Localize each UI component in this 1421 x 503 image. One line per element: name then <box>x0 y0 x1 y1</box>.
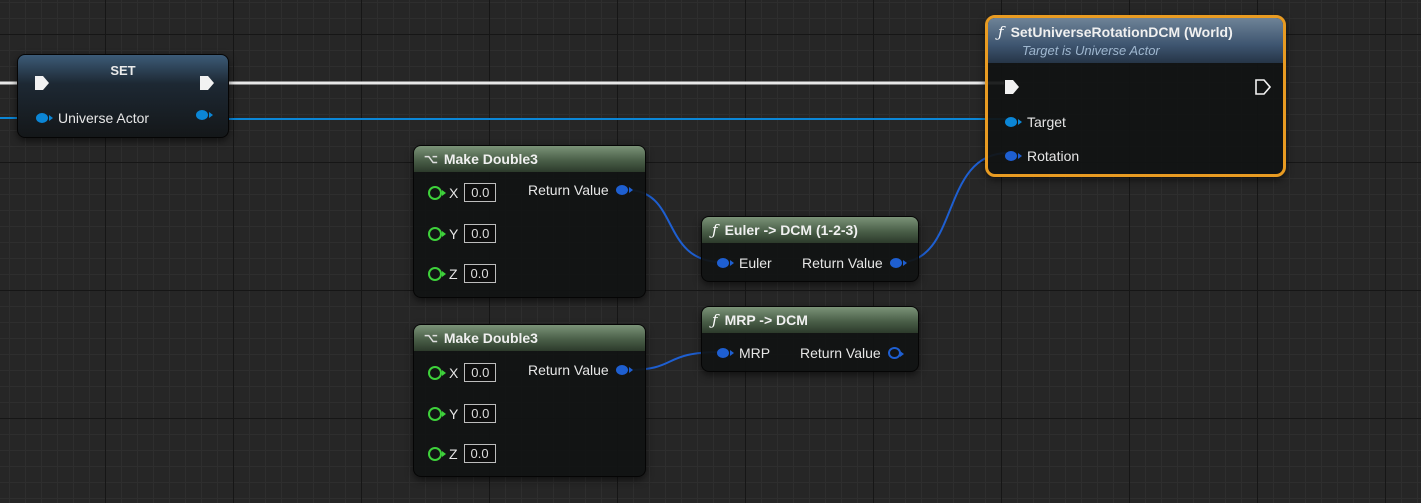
universe-actor-output-pin[interactable] <box>196 110 213 120</box>
y-input-pin[interactable]: Y 0.0 <box>428 224 497 243</box>
x-label: X <box>449 184 459 201</box>
make-double3-node[interactable]: ⌥ Make Double3 Return Value X 0.0 Y 0.0 … <box>413 324 646 477</box>
make-double3-header: ⌥ Make Double3 <box>414 146 645 172</box>
z-label: Z <box>449 445 458 462</box>
struct-pin-icon <box>615 185 633 195</box>
float-pin-icon <box>428 266 446 281</box>
float-pin-icon <box>428 406 446 421</box>
y-label: Y <box>449 405 459 422</box>
object-pin-icon <box>196 110 213 120</box>
object-pin-icon <box>36 113 53 123</box>
set-rotation-node-subtitle: Target is Universe Actor <box>1022 43 1160 58</box>
return-value-label: Return Value <box>528 182 609 198</box>
return-value-label: Return Value <box>800 345 881 361</box>
return-value-label: Return Value <box>528 362 609 378</box>
z-input-pin[interactable]: Z 0.0 <box>428 264 496 283</box>
function-icon: ƒ <box>998 23 1004 41</box>
x-label: X <box>449 364 459 381</box>
target-input-pin[interactable]: Target <box>1005 114 1066 130</box>
mrp-to-dcm-node[interactable]: ƒ MRP -> DCM MRP Return Value <box>701 306 919 372</box>
function-icon: ƒ <box>712 221 718 239</box>
rotation-label: Rotation <box>1027 148 1080 164</box>
make-struct-icon: ⌥ <box>424 152 438 166</box>
make-struct-icon: ⌥ <box>424 331 438 345</box>
euler-to-dcm-node[interactable]: ƒ Euler -> DCM (1-2-3) Euler Return Valu… <box>701 216 919 282</box>
universe-actor-input-pin[interactable]: Universe Actor <box>36 110 149 126</box>
struct-pin-icon <box>1005 151 1022 161</box>
exec-out-pin-icon[interactable] <box>1254 79 1272 95</box>
z-label: Z <box>449 265 458 282</box>
set-rotation-node-header: ƒ SetUniverseRotationDCM (World) Target … <box>988 18 1283 63</box>
z-value-field[interactable]: 0.0 <box>463 444 496 463</box>
exec-out-pin-icon[interactable] <box>198 75 216 91</box>
return-value-output-pin[interactable]: Return Value <box>800 345 904 361</box>
object-pin-icon <box>1005 117 1022 127</box>
euler-node-header: ƒ Euler -> DCM (1-2-3) <box>702 217 918 243</box>
mrp-input-pin[interactable]: MRP <box>717 345 770 361</box>
exec-in-pin-icon[interactable] <box>33 75 51 91</box>
x-value-field[interactable]: 0.0 <box>464 363 497 382</box>
target-label: Target <box>1027 114 1066 130</box>
set-variable-node[interactable]: SET Universe Actor <box>17 54 229 138</box>
euler-label: Euler <box>739 255 772 271</box>
x-input-pin[interactable]: X 0.0 <box>428 183 497 202</box>
mrp-label: MRP <box>739 345 771 361</box>
x-input-pin[interactable]: X 0.0 <box>428 363 497 382</box>
exec-in-pin-icon[interactable] <box>1003 79 1021 95</box>
float-pin-icon <box>428 365 446 380</box>
struct-pin-icon <box>615 365 633 375</box>
make-double3-node[interactable]: ⌥ Make Double3 Return Value X 0.0 Y 0.0 … <box>413 145 646 298</box>
function-icon: ƒ <box>712 311 718 329</box>
make-double3-title: Make Double3 <box>443 330 538 346</box>
y-value-field[interactable]: 0.0 <box>464 404 497 423</box>
make-double3-header: ⌥ Make Double3 <box>414 325 645 351</box>
euler-input-pin[interactable]: Euler <box>717 255 772 271</box>
float-pin-icon <box>428 226 446 241</box>
struct-pin-icon <box>887 347 904 359</box>
return-value-output-pin[interactable]: Return Value <box>528 362 633 378</box>
struct-pin-icon <box>717 348 734 358</box>
x-value-field[interactable]: 0.0 <box>464 183 497 202</box>
rotation-input-pin[interactable]: Rotation <box>1005 148 1079 164</box>
struct-pin-icon <box>889 258 907 268</box>
set-rotation-node-title: SetUniverseRotationDCM (World) <box>1010 24 1233 40</box>
return-value-output-pin[interactable]: Return Value <box>802 255 907 271</box>
mrp-node-header: ƒ MRP -> DCM <box>702 307 918 333</box>
universe-actor-label: Universe Actor <box>58 110 150 126</box>
y-value-field[interactable]: 0.0 <box>464 224 497 243</box>
euler-node-title: Euler -> DCM (1-2-3) <box>724 222 858 238</box>
float-pin-icon <box>428 446 446 461</box>
float-pin-icon <box>428 185 446 200</box>
struct-pin-icon <box>717 258 734 268</box>
set-universe-rotation-node[interactable]: ƒ SetUniverseRotationDCM (World) Target … <box>985 15 1286 177</box>
z-input-pin[interactable]: Z 0.0 <box>428 444 496 463</box>
z-value-field[interactable]: 0.0 <box>463 264 496 283</box>
return-value-output-pin[interactable]: Return Value <box>528 182 633 198</box>
return-value-label: Return Value <box>802 255 883 271</box>
mrp-node-title: MRP -> DCM <box>724 312 808 328</box>
y-input-pin[interactable]: Y 0.0 <box>428 404 497 423</box>
y-label: Y <box>449 225 459 242</box>
make-double3-title: Make Double3 <box>443 151 538 167</box>
